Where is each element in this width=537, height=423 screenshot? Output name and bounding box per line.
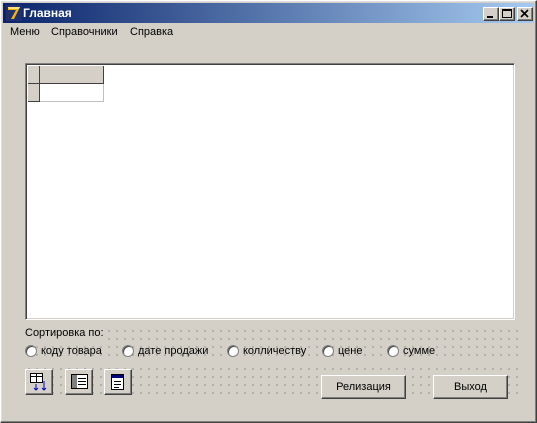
minimize-icon xyxy=(487,16,493,18)
table-view-button[interactable] xyxy=(65,369,93,395)
title-bar[interactable]: Главная xyxy=(3,3,534,23)
main-window: Главная Меню Справочники Справка Сортиро… xyxy=(0,0,537,423)
radio-label: сумме xyxy=(403,345,436,357)
report-icon xyxy=(111,374,124,390)
radio-circle[interactable] xyxy=(227,345,239,357)
maximize-button[interactable] xyxy=(499,7,515,21)
radio-circle[interactable] xyxy=(25,345,37,357)
menu-item-directories[interactable]: Справочники xyxy=(51,26,118,38)
window-title: Главная xyxy=(23,6,72,20)
sort-label: Сортировка по: xyxy=(25,327,107,339)
menu-item-menu[interactable]: Меню xyxy=(10,26,40,38)
radio-circle[interactable] xyxy=(387,345,399,357)
radio-sort-code[interactable]: коду товара xyxy=(25,344,102,360)
close-icon xyxy=(520,9,529,18)
grid-cell[interactable] xyxy=(40,84,104,102)
minimize-button[interactable] xyxy=(483,7,499,21)
design-grid-dots xyxy=(105,327,519,341)
report-button[interactable] xyxy=(104,369,132,395)
radio-label: коду товара xyxy=(41,345,102,357)
data-grid[interactable] xyxy=(25,63,515,320)
grid-column-header[interactable] xyxy=(40,66,104,84)
app-icon xyxy=(6,5,22,21)
close-button[interactable] xyxy=(517,7,533,21)
table-view-icon xyxy=(71,374,88,389)
radio-sort-date[interactable]: дате продажи xyxy=(122,344,208,360)
grid-corner-cell xyxy=(28,66,40,84)
exit-button[interactable]: Выход xyxy=(433,375,508,399)
radio-circle[interactable] xyxy=(122,345,134,357)
maximize-icon xyxy=(502,9,512,18)
radio-sort-sum[interactable]: сумме xyxy=(387,344,435,360)
radio-circle[interactable] xyxy=(322,345,334,357)
menu-item-help[interactable]: Справка xyxy=(130,26,173,38)
realization-button[interactable]: Релизация xyxy=(321,375,406,399)
table-sort-button[interactable] xyxy=(25,369,53,395)
radio-label: дате продажи xyxy=(138,345,209,357)
radio-label: цене xyxy=(338,345,363,357)
table-sort-icon xyxy=(30,373,47,391)
radio-label: колличеству xyxy=(243,345,307,357)
grid-row-header[interactable] xyxy=(28,84,40,102)
radio-sort-price[interactable]: цене xyxy=(322,344,363,360)
radio-sort-quantity[interactable]: колличеству xyxy=(227,344,306,360)
